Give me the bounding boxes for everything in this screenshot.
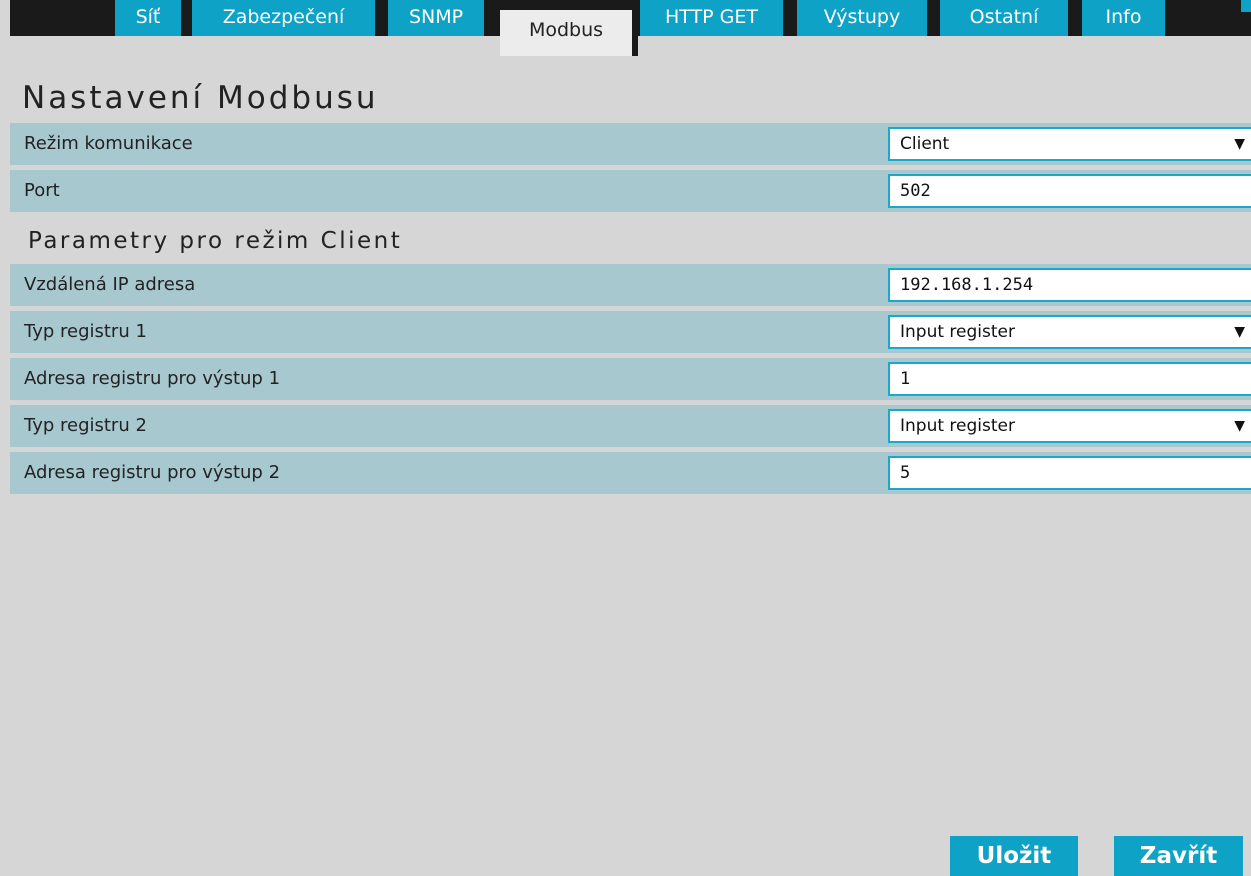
setting-row-remote-ip: Vzdálená IP adresa 192.168.1.254 xyxy=(10,264,1251,306)
save-button[interactable]: Uložit xyxy=(950,836,1078,876)
register-address-2-label: Adresa registru pro výstup 2 xyxy=(24,462,281,483)
remote-ip-input[interactable]: 192.168.1.254 xyxy=(888,268,1251,302)
register-type-2-select[interactable]: Input register ▼ xyxy=(888,409,1251,443)
register-address-2-input[interactable]: 5 xyxy=(888,456,1251,490)
setting-row-register-type-2: Typ registru 2 Input register ▼ xyxy=(10,405,1251,447)
close-button[interactable]: Zavřít xyxy=(1114,836,1243,876)
tab-http-get[interactable]: HTTP GET xyxy=(640,0,783,36)
caret-down-icon: ▼ xyxy=(1234,324,1245,340)
caret-down-icon: ▼ xyxy=(1234,418,1245,434)
register-address-1-input-value: 1 xyxy=(900,369,911,389)
tab-bar: Síť Zabezpečení SNMP Modbus HTTP GET Výs… xyxy=(0,0,1251,56)
tab-vystupy[interactable]: Výstupy xyxy=(797,0,927,36)
port-input[interactable]: 502 xyxy=(888,174,1251,208)
register-type-2-select-value: Input register xyxy=(900,416,1015,436)
setting-row-register-address-1: Adresa registru pro výstup 1 1 xyxy=(10,358,1251,400)
register-type-1-select[interactable]: Input register ▼ xyxy=(888,315,1251,349)
remote-ip-input-value: 192.168.1.254 xyxy=(900,275,1034,295)
register-address-2-input-value: 5 xyxy=(900,463,911,483)
page-title: Nastavení Modbusu xyxy=(22,80,379,116)
caret-down-icon: ▼ xyxy=(1234,136,1245,152)
register-type-2-label: Typ registru 2 xyxy=(24,415,147,436)
tab-zabezpeceni[interactable]: Zabezpečení xyxy=(192,0,375,36)
register-type-1-label: Typ registru 1 xyxy=(24,321,147,342)
setting-row-port: Port 502 xyxy=(10,170,1251,212)
mode-select[interactable]: Client ▼ xyxy=(888,127,1251,161)
setting-row-register-type-1: Typ registru 1 Input register ▼ xyxy=(10,311,1251,353)
register-address-1-label: Adresa registru pro výstup 1 xyxy=(24,368,281,389)
client-section-title: Parametry pro režim Client xyxy=(28,228,403,254)
setting-row-mode: Režim komunikace Client ▼ xyxy=(10,123,1251,165)
register-type-1-select-value: Input register xyxy=(900,322,1015,342)
tab-info[interactable]: Info xyxy=(1082,0,1165,36)
port-input-value: 502 xyxy=(900,181,931,201)
tab-bar-edge xyxy=(1241,0,1251,12)
setting-row-register-address-2: Adresa registru pro výstup 2 5 xyxy=(10,452,1251,494)
tab-sit[interactable]: Síť xyxy=(115,0,181,36)
port-label: Port xyxy=(24,180,60,201)
mode-label: Režim komunikace xyxy=(24,133,193,154)
tab-ostatni[interactable]: Ostatní xyxy=(940,0,1068,36)
tab-snmp[interactable]: SNMP xyxy=(388,0,484,36)
remote-ip-label: Vzdálená IP adresa xyxy=(24,274,196,295)
register-address-1-input[interactable]: 1 xyxy=(888,362,1251,396)
tab-modbus[interactable]: Modbus xyxy=(500,10,638,56)
modbus-settings-page: Síť Zabezpečení SNMP Modbus HTTP GET Výs… xyxy=(0,0,1251,876)
mode-select-value: Client xyxy=(900,134,950,154)
